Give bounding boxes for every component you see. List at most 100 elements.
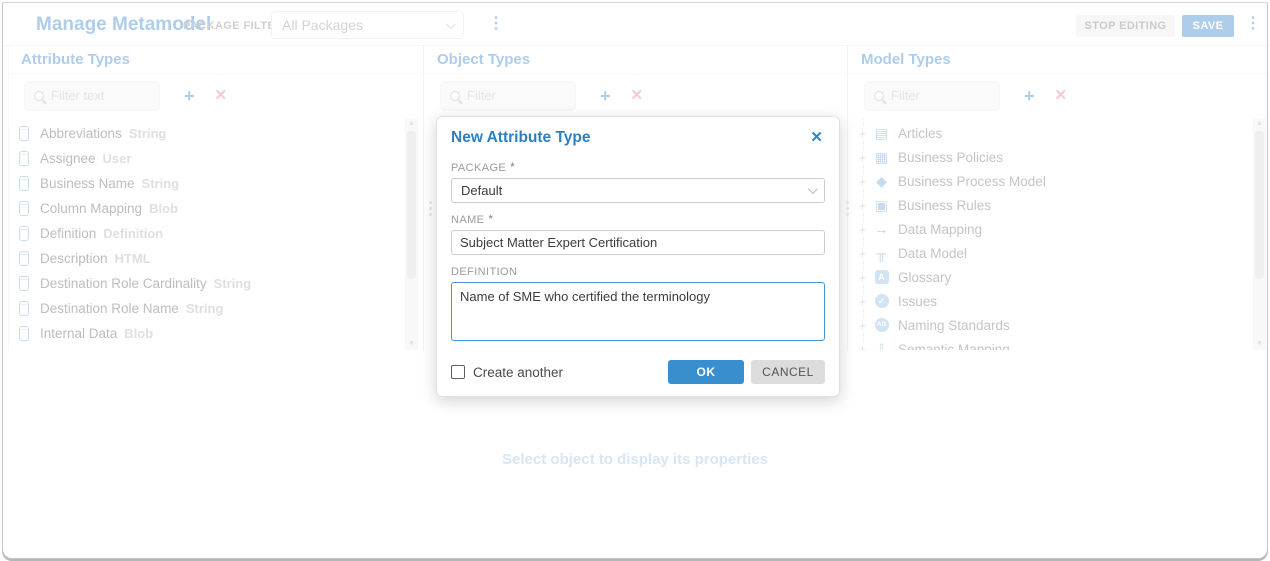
expand-icon[interactable] bbox=[857, 198, 868, 213]
attribute-icon bbox=[19, 176, 29, 191]
expand-icon[interactable] bbox=[857, 270, 868, 285]
attribute-type-item[interactable]: Definition Definition bbox=[9, 221, 423, 246]
scroll-up-icon[interactable]: ▲ bbox=[405, 118, 418, 130]
delete-object-type-icon[interactable]: ✕ bbox=[631, 88, 644, 103]
attribute-datatype: Blob bbox=[149, 201, 178, 216]
expand-icon[interactable] bbox=[857, 150, 868, 165]
attribute-datatype: Blob bbox=[124, 326, 153, 341]
model-type-item[interactable]: ╥ Data Model bbox=[849, 241, 1268, 265]
expand-icon[interactable] bbox=[857, 294, 868, 309]
delete-attribute-type-icon[interactable]: ✕ bbox=[215, 88, 228, 103]
add-object-type-icon[interactable]: + bbox=[600, 87, 611, 105]
model-type-item[interactable]: ◆ Business Process Model bbox=[849, 169, 1268, 193]
scroll-up-icon[interactable]: ▲ bbox=[1253, 118, 1266, 130]
create-another-label: Create another bbox=[473, 365, 563, 380]
attribute-type-item[interactable]: Description HTML bbox=[9, 246, 423, 271]
package-filter-select[interactable]: All Packages bbox=[271, 11, 464, 39]
model-type-item[interactable]: → Data Mapping bbox=[849, 217, 1268, 241]
attribute-type-item[interactable]: Business Name String bbox=[9, 171, 423, 196]
create-another-checkbox[interactable] bbox=[451, 365, 465, 379]
model-type-label: Business Policies bbox=[898, 150, 1003, 165]
attribute-type-item[interactable]: Destination Role Name String bbox=[9, 296, 423, 321]
attribute-datatype: Definition bbox=[103, 226, 163, 241]
name-field[interactable] bbox=[451, 230, 825, 255]
definition-field[interactable]: Name of SME who certified the terminolog… bbox=[451, 282, 825, 341]
stop-editing-button[interactable]: STOP EDITING bbox=[1076, 15, 1175, 37]
save-button[interactable]: SAVE bbox=[1182, 15, 1234, 37]
expand-icon[interactable] bbox=[857, 342, 868, 351]
articles-icon: ▤ bbox=[873, 125, 890, 142]
attribute-icon bbox=[19, 226, 29, 241]
model-type-label: Business Rules bbox=[898, 198, 991, 213]
attribute-datatype: HTML bbox=[115, 251, 151, 266]
attribute-label: Business Name bbox=[40, 176, 135, 191]
chevron-down-icon bbox=[446, 19, 456, 29]
name-field-label: NAME* bbox=[451, 214, 825, 226]
app-window: Manage Metamodel PACKAGE FILTER All Pack… bbox=[2, 2, 1268, 559]
model-type-item[interactable]: ▦ Business Policies bbox=[849, 145, 1268, 169]
attribute-icon bbox=[19, 301, 29, 316]
model-type-label: Business Process Model bbox=[898, 174, 1046, 189]
package-select[interactable]: Default bbox=[451, 178, 825, 203]
model-type-item[interactable]: ▤ Articles bbox=[849, 121, 1268, 145]
required-marker: * bbox=[488, 214, 493, 226]
attribute-filter-input[interactable] bbox=[51, 88, 151, 103]
search-icon bbox=[450, 91, 460, 101]
attribute-icon bbox=[19, 251, 29, 266]
expand-icon[interactable] bbox=[857, 222, 868, 237]
model-type-item[interactable]: A Glossary bbox=[849, 265, 1268, 289]
expand-icon[interactable] bbox=[857, 174, 868, 189]
attribute-type-item[interactable]: Column Mapping Blob bbox=[9, 196, 423, 221]
naming-standards-icon: AB bbox=[873, 318, 890, 332]
header-menu-icon[interactable]: ⋮ bbox=[488, 16, 504, 32]
panel-splitter-handle[interactable] bbox=[427, 193, 434, 223]
expand-icon[interactable] bbox=[857, 246, 868, 261]
model-list-scrollbar[interactable]: ▲ ▼ bbox=[1253, 118, 1266, 350]
add-model-type-icon[interactable]: + bbox=[1024, 87, 1035, 105]
model-types-panel: Model Types + ✕ ▤ Articles ▦ Business Po… bbox=[849, 46, 1268, 351]
attribute-type-item[interactable]: Destination Role Cardinality String bbox=[9, 271, 423, 296]
attribute-datatype: User bbox=[103, 151, 132, 166]
model-type-label: Articles bbox=[898, 126, 942, 141]
attribute-label: Destination Role Cardinality bbox=[40, 276, 207, 291]
scroll-down-icon[interactable]: ▼ bbox=[1253, 338, 1266, 350]
panel-splitter-handle[interactable] bbox=[844, 193, 851, 223]
object-filter-input[interactable] bbox=[467, 88, 567, 103]
attribute-type-item[interactable]: Assignee User bbox=[9, 146, 423, 171]
business-policies-icon: ▦ bbox=[873, 149, 890, 166]
glossary-icon: A bbox=[873, 270, 890, 284]
attribute-label: Description bbox=[40, 251, 108, 266]
object-types-title: Object Types bbox=[425, 46, 847, 74]
attribute-type-item[interactable]: Internal Data Blob bbox=[9, 321, 423, 346]
close-icon[interactable]: ✕ bbox=[808, 129, 825, 146]
attribute-datatype: String bbox=[129, 126, 167, 141]
attribute-icon bbox=[19, 126, 29, 141]
attribute-list-scrollbar[interactable]: ▲ ▼ bbox=[405, 118, 418, 350]
attribute-icon bbox=[19, 276, 29, 291]
attribute-type-item[interactable]: Abbreviations String bbox=[9, 121, 423, 146]
attribute-filter-box bbox=[24, 81, 160, 111]
dialog-title: New Attribute Type bbox=[451, 129, 808, 147]
model-type-item[interactable]: ▣ Business Rules bbox=[849, 193, 1268, 217]
data-model-icon: ╥ bbox=[873, 245, 890, 261]
attribute-type-item[interactable]: Issue Priority Enumeration bbox=[9, 346, 423, 350]
model-types-title: Model Types bbox=[849, 46, 1268, 74]
attribute-label: Column Mapping bbox=[40, 201, 142, 216]
header-more-menu-icon[interactable]: ⋮ bbox=[1245, 16, 1261, 32]
add-attribute-type-icon[interactable]: + bbox=[184, 87, 195, 105]
expand-icon[interactable] bbox=[857, 126, 868, 141]
data-mapping-icon: → bbox=[873, 221, 890, 238]
attribute-datatype: String bbox=[214, 276, 252, 291]
scrollbar-thumb[interactable] bbox=[407, 131, 416, 279]
scrollbar-thumb[interactable] bbox=[1255, 131, 1264, 279]
model-type-item[interactable]: ⇩ Semantic Mapping bbox=[849, 337, 1268, 350]
ok-button[interactable]: OK bbox=[668, 360, 744, 384]
model-filter-input[interactable] bbox=[891, 88, 991, 103]
scroll-down-icon[interactable]: ▼ bbox=[405, 338, 418, 350]
new-attribute-type-dialog: New Attribute Type ✕ PACKAGE* Default NA… bbox=[436, 116, 840, 397]
model-type-item[interactable]: ✓ Issues bbox=[849, 289, 1268, 313]
delete-model-type-icon[interactable]: ✕ bbox=[1055, 88, 1068, 103]
expand-icon[interactable] bbox=[857, 318, 868, 333]
cancel-button[interactable]: CANCEL bbox=[751, 360, 825, 384]
model-type-item[interactable]: AB Naming Standards bbox=[849, 313, 1268, 337]
